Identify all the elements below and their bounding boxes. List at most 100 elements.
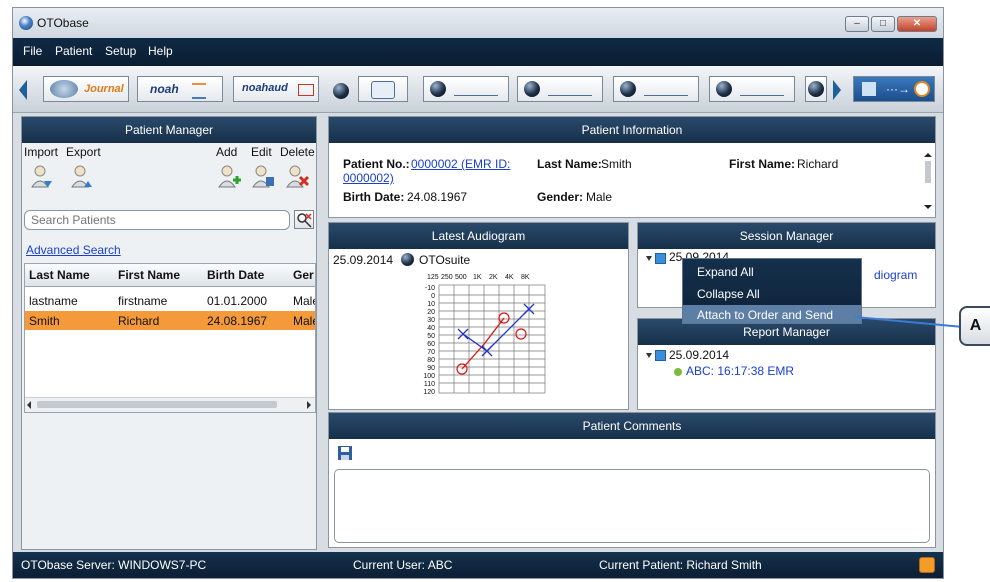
menu-file[interactable]: File — [23, 44, 42, 58]
export-label: Export — [66, 145, 101, 159]
db-label: 100 — [423, 373, 435, 380]
expand-triangle-icon[interactable] — [646, 353, 652, 358]
import-label: Import — [24, 145, 59, 159]
cell-birth-date: 01.01.2000 — [207, 294, 268, 308]
journal-logo-icon — [50, 80, 78, 98]
horizontal-scrollbar[interactable] — [25, 397, 315, 412]
info-scrollbar-thumb[interactable] — [925, 161, 931, 183]
freq-label-1k: 1K — [473, 274, 482, 281]
right-ear-line — [461, 317, 505, 370]
module-button-5[interactable] — [709, 76, 795, 102]
save-icon[interactable] — [337, 445, 353, 461]
patient-table-header: Last Name First Name Birth Date Ger — [25, 264, 315, 287]
cell-first-name: firstname — [118, 294, 168, 308]
first-name-value: Richard — [797, 157, 839, 171]
db-label: 60 — [427, 341, 435, 348]
list-icon — [192, 83, 206, 99]
cell-gender: Male — [293, 294, 315, 308]
journal-button[interactable]: Journal — [43, 76, 129, 102]
col-first-name[interactable]: First Name — [118, 268, 180, 282]
db-label: -10 — [425, 285, 435, 292]
menu-patient[interactable]: Patient — [55, 44, 92, 58]
scroll-right-arrow-icon[interactable] — [307, 401, 311, 409]
arrow-right-icon: ···→ — [886, 82, 910, 96]
col-birth-date[interactable]: Birth Date — [207, 268, 264, 282]
scroll-down-icon[interactable] — [924, 205, 932, 209]
table-row[interactable]: lastname firstname 01.01.2000 Male — [25, 291, 315, 310]
cell-gender: Male — [293, 314, 315, 328]
minimize-button[interactable]: – — [845, 16, 869, 32]
freq-label-125: 125 — [427, 274, 439, 281]
patient-information-panel: Patient Information Patient No.: 0000002… — [328, 116, 936, 218]
patient-no-link-cont[interactable]: 0000002) — [343, 171, 394, 185]
patient-comments-textarea[interactable] — [334, 469, 930, 543]
col-last-name[interactable]: Last Name — [29, 268, 90, 282]
patient-table: Last Name First Name Birth Date Ger last… — [24, 263, 316, 413]
db-label: 110 — [424, 381, 435, 388]
freq-label-4k: 4K — [505, 274, 514, 281]
export-patient-icon[interactable] — [68, 163, 94, 189]
status-server: OTObase Server: WINDOWS7-PC — [21, 558, 207, 572]
transfer-icon — [862, 82, 876, 96]
notification-icon[interactable] — [919, 557, 935, 573]
menu-help[interactable]: Help — [148, 44, 173, 58]
cell-birth-date: 24.08.1967 — [207, 314, 268, 328]
otosuite-icon — [401, 253, 414, 266]
callout-label: A — [969, 317, 982, 334]
report-item[interactable]: ABC: 16:17:38 EMR — [686, 364, 794, 378]
noah-button[interactable]: noah — [137, 76, 223, 102]
cell-last-name: Smith — [29, 314, 60, 328]
session-item[interactable]: diogram — [874, 268, 917, 282]
report-date[interactable]: 25.09.2014 — [669, 348, 729, 362]
clear-search-button[interactable] — [294, 210, 314, 229]
otosuite-ball-icon[interactable] — [333, 83, 349, 99]
delete-patient-icon[interactable] — [284, 163, 310, 189]
menu-item-expand-all[interactable]: Expand All — [697, 265, 754, 279]
expand-triangle-icon[interactable] — [646, 256, 652, 261]
module-toolbar: Journal noah noahaud ···→ — [13, 66, 943, 113]
last-name-value: Smith — [601, 157, 632, 171]
edit-label: Edit — [251, 145, 272, 159]
edit-patient-icon[interactable] — [250, 163, 276, 189]
import-patient-icon[interactable] — [28, 163, 54, 189]
transfer-button[interactable]: ···→ — [853, 76, 935, 102]
info-vertical-scrollbar[interactable] — [923, 147, 933, 213]
scroll-left-arrow-icon[interactable] — [27, 401, 31, 409]
patient-manager-panel: Patient Manager Import Export Add Edit D… — [21, 116, 317, 550]
module-button-2[interactable] — [423, 76, 509, 102]
db-label: 120 — [423, 389, 435, 396]
gender-label: Gender: — [537, 190, 584, 204]
cell-first-name: Richard — [118, 314, 160, 328]
close-button[interactable]: ✕ — [897, 16, 937, 32]
session-folder-icon — [655, 253, 666, 264]
module-ball-icon-6 — [808, 81, 824, 97]
patient-chart-icon — [454, 83, 498, 96]
scrollbar-thumb[interactable] — [37, 401, 277, 408]
patient-no-link[interactable]: 0000002 (EMR ID: — [411, 157, 510, 171]
module-button-1[interactable] — [358, 76, 408, 102]
context-menu: Expand All Collapse All Attach to Order … — [682, 258, 862, 324]
noahaud-label: noahaud — [242, 82, 288, 94]
col-gender[interactable]: Ger — [293, 268, 314, 282]
menu-item-attach-to-order[interactable]: Attach to Order and Send — [697, 308, 833, 322]
table-row-selected[interactable]: Smith Richard 24.08.1967 Male — [25, 311, 315, 330]
advanced-search-link[interactable]: Advanced Search — [26, 243, 121, 257]
audiogram-mini-icon — [548, 83, 592, 96]
scroll-right-icon[interactable] — [833, 80, 841, 100]
menu-item-collapse-all[interactable]: Collapse All — [697, 287, 760, 301]
module-ball-icon-3 — [524, 81, 540, 97]
menu-setup[interactable]: Setup — [105, 44, 136, 58]
module-button-6[interactable] — [805, 76, 827, 102]
report-folder-icon — [655, 350, 666, 361]
cell-last-name: lastname — [29, 294, 78, 308]
search-patients-input[interactable] — [24, 210, 290, 230]
scroll-up-icon[interactable] — [924, 153, 932, 157]
module-button-3[interactable] — [517, 76, 603, 102]
fitting-icon — [740, 83, 784, 96]
add-patient-icon[interactable] — [216, 163, 242, 189]
maximize-button[interactable]: □ — [871, 16, 895, 32]
module-button-4[interactable] — [613, 76, 699, 102]
scroll-left-icon[interactable] — [19, 80, 27, 100]
noahaud-button[interactable]: noahaud — [233, 76, 319, 102]
noahaud-chart-icon — [298, 84, 314, 96]
